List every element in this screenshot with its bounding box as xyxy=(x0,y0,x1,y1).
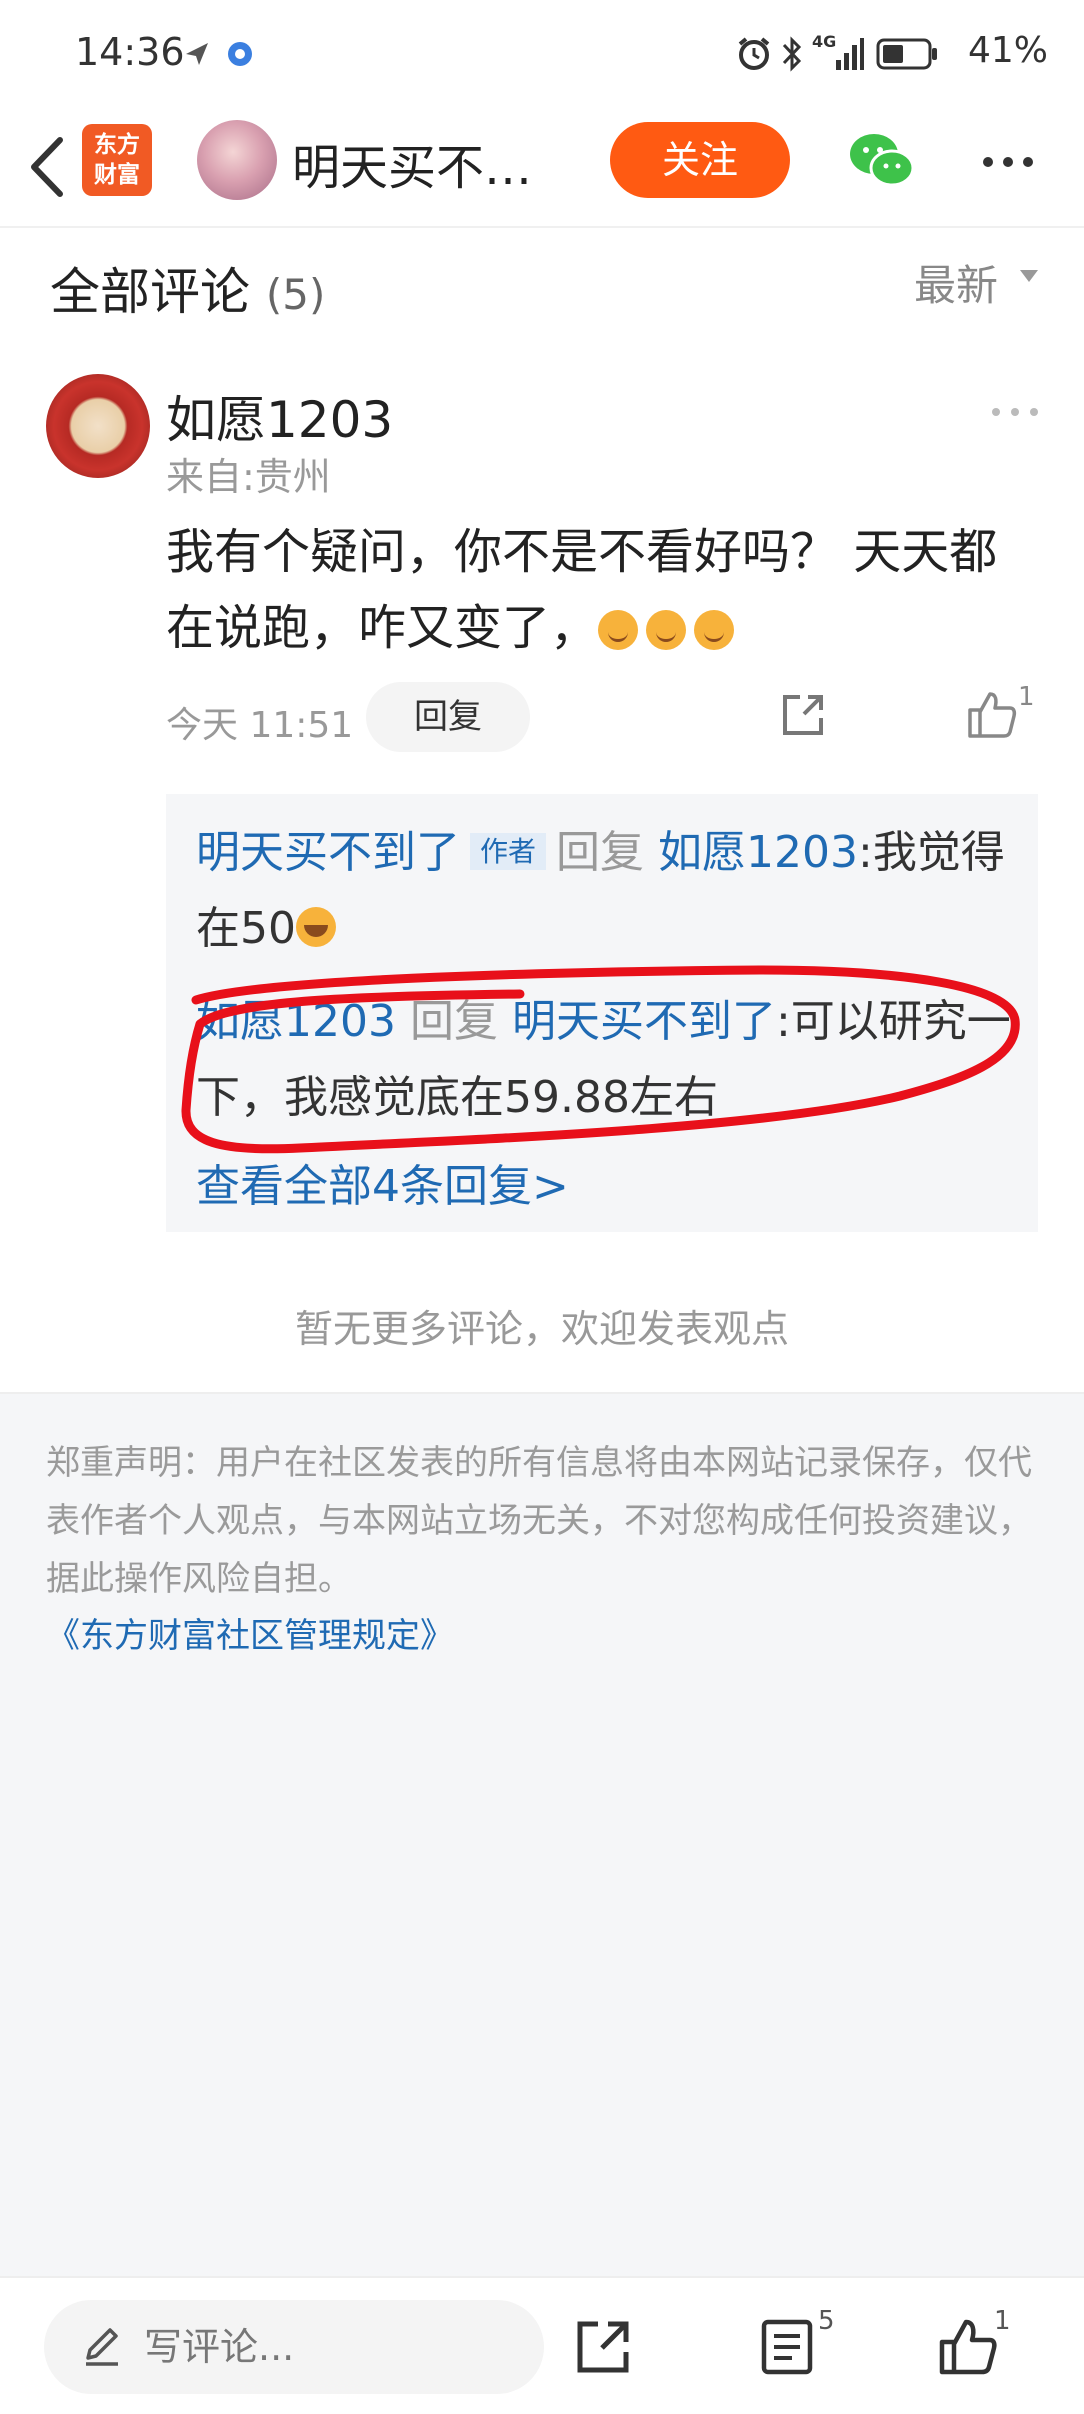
author-avatar[interactable] xyxy=(197,120,277,200)
no-more-comments-text: 暂无更多评论，欢迎发表观点 xyxy=(294,1307,789,1351)
disclaimer-section: 郑重声明：用户在社区发表的所有信息将由本网站记录保存，仅代表作者个人观点，与本网… xyxy=(0,1392,1084,2278)
bluetooth-icon xyxy=(782,36,802,72)
bottom-like-count: 1 xyxy=(994,2306,1011,2336)
eastmoney-logo[interactable]: 东方 财富 xyxy=(82,124,152,196)
like-icon[interactable] xyxy=(966,688,1018,740)
sort-dropdown[interactable]: 最新 xyxy=(914,252,998,313)
reply-verb: 回复 xyxy=(409,996,498,1047)
share-icon[interactable] xyxy=(574,2318,632,2376)
comments-count: (5) xyxy=(265,270,326,319)
status-bar: 14:36 4G 41% xyxy=(0,0,1084,108)
disclaimer-text: 郑重声明：用户在社区发表的所有信息将由本网站记录保存，仅代表作者个人观点，与本网… xyxy=(46,1443,1032,1599)
comment-list-count: 5 xyxy=(818,2306,835,2336)
battery-icon xyxy=(876,38,937,70)
reply-item[interactable]: 如愿1203 回复 明天买不到了:可以研究一下，我感觉底在59.88左右 xyxy=(196,984,1016,1136)
page-title[interactable]: 明天买不… xyxy=(292,128,532,198)
reply-item[interactable]: 明天买不到了 作者 回复 如愿1203:我觉得在50 xyxy=(196,814,1016,967)
back-arrow-icon[interactable] xyxy=(22,132,78,202)
smile-emoji-icon xyxy=(694,610,735,650)
community-rules-link[interactable]: 《东方财富社区管理规定》 xyxy=(46,1608,454,1657)
write-comment-input[interactable]: 写评论... xyxy=(44,2300,544,2394)
reply-to-user[interactable]: 明天买不到了 xyxy=(512,996,776,1047)
reply-from-user[interactable]: 明天买不到了 xyxy=(196,827,460,878)
more-options-icon[interactable] xyxy=(980,152,1036,172)
location-icon xyxy=(186,43,208,65)
top-header: 东方 财富 明天买不… 关注 xyxy=(0,108,1084,228)
signal-icon xyxy=(836,38,864,70)
smile-emoji-icon xyxy=(598,610,639,650)
reply-verb: 回复 xyxy=(556,827,645,878)
comment-body: 我有个疑问，你不是不看好吗？ 天天都在说跑，咋又变了， xyxy=(166,524,998,656)
bottom-action-bar: 写评论... 5 1 xyxy=(0,2276,1084,2414)
smile-emoji-icon xyxy=(646,610,687,650)
comment-more-icon[interactable] xyxy=(990,404,1040,420)
caret-down-icon[interactable] xyxy=(1020,270,1038,282)
comments-section-title: 全部评论 (5) xyxy=(50,252,325,324)
alarm-icon xyxy=(738,37,770,70)
pencil-icon xyxy=(86,2328,118,2366)
follow-button[interactable]: 关注 xyxy=(610,122,790,198)
logo-text-line2: 财富 xyxy=(94,162,140,188)
author-badge: 作者 xyxy=(470,833,547,870)
laughing-emoji-icon xyxy=(296,907,336,947)
commenter-location: 来自:贵州 xyxy=(166,455,331,499)
battery-percent: 41% xyxy=(967,30,1048,71)
comment-list-icon[interactable] xyxy=(760,2318,816,2376)
like-icon[interactable] xyxy=(938,2316,998,2376)
commenter-username[interactable]: 如愿1203 xyxy=(166,380,393,452)
status-time: 14:36 xyxy=(75,30,185,74)
commenter-avatar[interactable] xyxy=(46,374,150,478)
share-icon[interactable] xyxy=(780,692,826,738)
reply-button[interactable]: 回复 xyxy=(366,682,530,752)
wechat-share-icon[interactable] xyxy=(848,130,916,190)
view-all-replies-link[interactable]: 查看全部4条回复> xyxy=(196,1150,569,1214)
replies-panel: 明天买不到了 作者 回复 如愿1203:我觉得在50 如愿1203 回复 明天买不到… xyxy=(166,794,1038,1232)
comment-like-count: 1 xyxy=(1018,682,1035,712)
reply-to-user[interactable]: 如愿1203 xyxy=(658,827,858,878)
comment-timestamp: 今天 11:51 xyxy=(166,705,354,746)
logo-text-line1: 东方 xyxy=(94,132,140,158)
comments-title-text: 全部评论 xyxy=(50,263,250,321)
comment-text: 我有个疑问，你不是不看好吗？ 天天都在说跑，咋又变了， xyxy=(166,514,1026,666)
reply-from-user[interactable]: 如愿1203 xyxy=(196,996,396,1047)
app-notification-icon xyxy=(228,42,252,66)
